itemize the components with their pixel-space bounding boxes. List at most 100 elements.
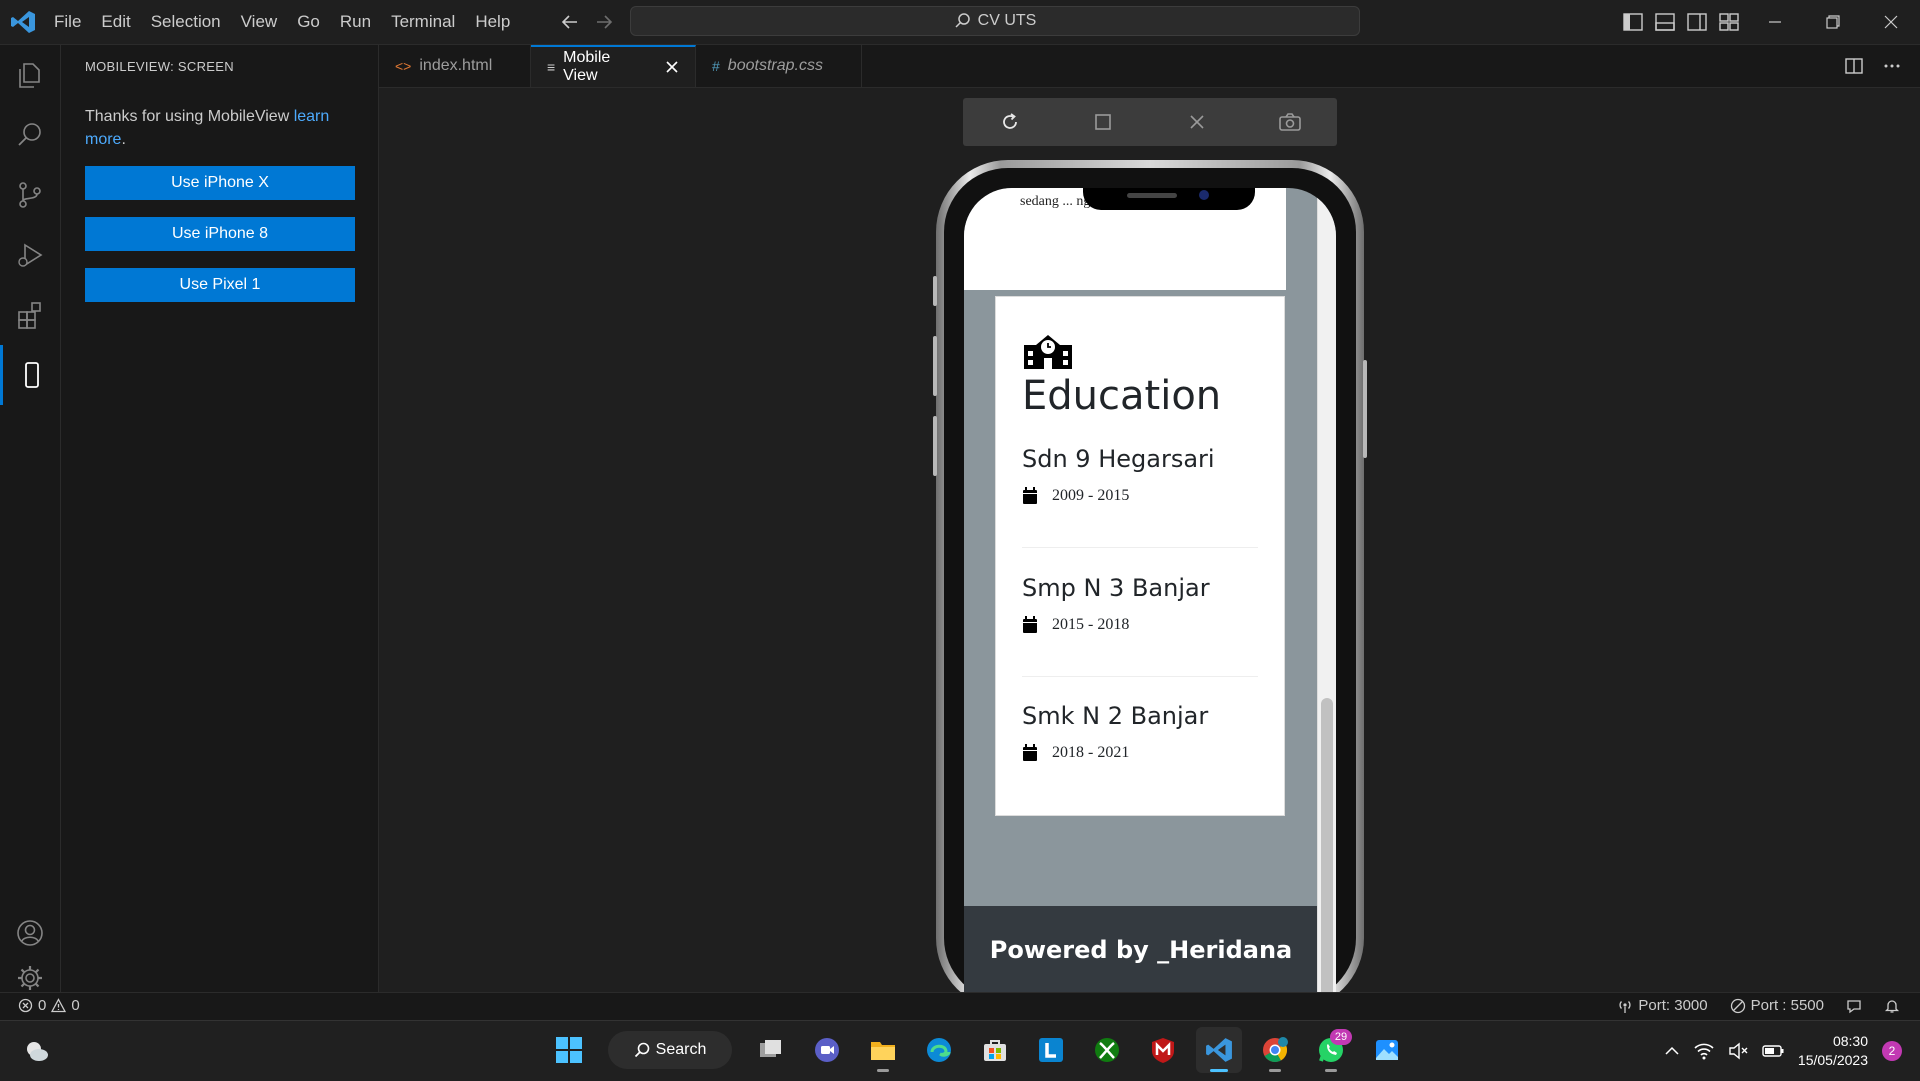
l-app-icon[interactable] [1028, 1027, 1074, 1073]
phone-side-button [933, 336, 937, 396]
explorer-icon[interactable] [0, 45, 60, 105]
run-debug-icon[interactable] [0, 225, 60, 285]
taskbar-search[interactable]: Search [608, 1031, 732, 1069]
speaker-muted-icon[interactable] [1728, 1042, 1748, 1060]
battery-icon[interactable] [1762, 1044, 1784, 1058]
toggle-primary-sidebar-icon[interactable] [1622, 11, 1644, 33]
use-iphone-x-button[interactable]: Use iPhone X [85, 166, 355, 200]
chrome-icon[interactable] [1252, 1027, 1298, 1073]
back-arrow-icon[interactable] [558, 10, 582, 34]
menu-terminal[interactable]: Terminal [381, 12, 465, 32]
vscode-logo-icon [10, 10, 36, 34]
tab-mobile-view[interactable]: ≡ Mobile View [531, 45, 696, 87]
phone-notch [1083, 188, 1255, 210]
feedback-icon[interactable] [1846, 998, 1862, 1014]
menu-help[interactable]: Help [465, 12, 520, 32]
whatsapp-unread-badge: 29 [1330, 1029, 1352, 1045]
mcafee-icon[interactable] [1140, 1027, 1186, 1073]
school-item: Sdn 9 Hegarsari 2009 - 2015 [1022, 445, 1262, 505]
tab-bootstrap-css[interactable]: # bootstrap.css [696, 45, 862, 87]
education-card: Education Sdn 9 Hegarsari 2009 - 2015 Sm… [995, 296, 1285, 816]
calendar-icon [1022, 744, 1038, 762]
vscode-taskbar-icon[interactable] [1196, 1027, 1242, 1073]
chevron-up-icon[interactable] [1664, 1043, 1680, 1059]
source-control-icon[interactable] [0, 165, 60, 225]
css-file-icon: # [712, 58, 720, 74]
menu-edit[interactable]: Edit [91, 12, 140, 32]
clock-time: 08:30 [1832, 1033, 1868, 1049]
divider [1022, 676, 1258, 677]
phone-side-button [1363, 360, 1367, 458]
menu-run[interactable]: Run [330, 12, 381, 32]
menu-selection[interactable]: Selection [141, 12, 231, 32]
refresh-icon[interactable] [997, 109, 1023, 135]
divider [1022, 547, 1258, 548]
scrollbar-thumb[interactable] [1321, 698, 1333, 998]
menu-view[interactable]: View [231, 12, 288, 32]
school-years: 2018 - 2021 [1052, 744, 1130, 761]
rotate-screen-icon[interactable] [1090, 109, 1116, 135]
html-file-icon: <> [395, 58, 412, 74]
search-icon [954, 12, 972, 30]
close-window-button[interactable] [1862, 0, 1920, 44]
task-view-icon[interactable] [748, 1027, 794, 1073]
more-actions-icon[interactable] [1882, 56, 1902, 76]
use-pixel-1-button[interactable]: Use Pixel 1 [85, 268, 355, 302]
phone-side-button [933, 416, 937, 476]
school-name: Sdn 9 Hegarsari [1022, 445, 1215, 473]
wifi-icon[interactable] [1694, 1042, 1714, 1060]
tab-label: index.html [419, 57, 493, 74]
title-bar: File Edit Selection View Go Run Terminal… [0, 0, 1920, 45]
settings-gear-icon[interactable] [0, 963, 60, 993]
toggle-secondary-sidebar-icon[interactable] [1686, 11, 1708, 33]
clock-date: 15/05/2023 [1797, 1052, 1868, 1068]
weather-icon[interactable] [22, 1037, 50, 1065]
file-explorer-icon[interactable] [860, 1027, 906, 1073]
sidebar-message-suffix: . [121, 131, 126, 148]
windows-taskbar: Search 29 08:30 15/05/2023 2 [0, 1020, 1920, 1081]
start-button[interactable] [546, 1027, 592, 1073]
search-icon [634, 1042, 650, 1058]
activity-bar [0, 45, 61, 992]
use-iphone-8-button[interactable]: Use iPhone 8 [85, 217, 355, 251]
whatsapp-icon[interactable]: 29 [1308, 1027, 1354, 1073]
port-3000-label: Port: 3000 [1638, 997, 1708, 1014]
page-scrollbar[interactable] [1317, 188, 1336, 1010]
sidebar-message: Thanks for using MobileView learn more. [85, 105, 355, 151]
teams-chat-icon[interactable] [804, 1027, 850, 1073]
menu-file[interactable]: File [44, 12, 91, 32]
warning-count: 0 [71, 997, 80, 1014]
notification-count-badge[interactable]: 2 [1882, 1041, 1902, 1061]
search-icon[interactable] [0, 105, 60, 165]
customize-layout-icon[interactable] [1718, 11, 1740, 33]
toggle-panel-icon[interactable] [1654, 11, 1676, 33]
education-heading: Education [1022, 373, 1222, 419]
extensions-icon[interactable] [0, 285, 60, 345]
split-editor-icon[interactable] [1844, 56, 1864, 76]
problems-indicator[interactable]: 0 0 [18, 997, 80, 1014]
microsoft-store-icon[interactable] [972, 1027, 1018, 1073]
menu-go[interactable]: Go [287, 12, 330, 32]
minimize-button[interactable] [1746, 0, 1804, 44]
phone-screen: sedang ... ng ... g Education Sdn 9 Hega… [964, 188, 1336, 1010]
close-preview-icon[interactable] [1184, 109, 1210, 135]
mobile-view-icon[interactable] [0, 345, 60, 405]
accounts-icon[interactable] [0, 903, 60, 963]
edge-browser-icon[interactable] [916, 1027, 962, 1073]
school-icon [1022, 327, 1074, 371]
command-center-search[interactable]: CV UTS [630, 6, 1360, 36]
tab-index-html[interactable]: <> index.html [379, 45, 531, 87]
xbox-icon[interactable] [1084, 1027, 1130, 1073]
school-name: Smk N 2 Banjar [1022, 702, 1209, 730]
photo-app-icon[interactable] [1364, 1027, 1410, 1073]
menu-bar: File Edit Selection View Go Run Terminal… [44, 0, 520, 44]
taskbar-clock[interactable]: 08:30 15/05/2023 [1798, 1032, 1868, 1070]
port-5500-item[interactable]: Port : 5500 [1730, 997, 1824, 1014]
notifications-bell-icon[interactable] [1884, 998, 1900, 1014]
restore-button[interactable] [1804, 0, 1862, 44]
close-icon[interactable] [665, 60, 679, 74]
camera-icon[interactable] [1277, 109, 1303, 135]
port-3000-item[interactable]: Port: 3000 [1617, 997, 1708, 1014]
forward-arrow-icon[interactable] [592, 10, 616, 34]
error-icon [18, 998, 33, 1013]
